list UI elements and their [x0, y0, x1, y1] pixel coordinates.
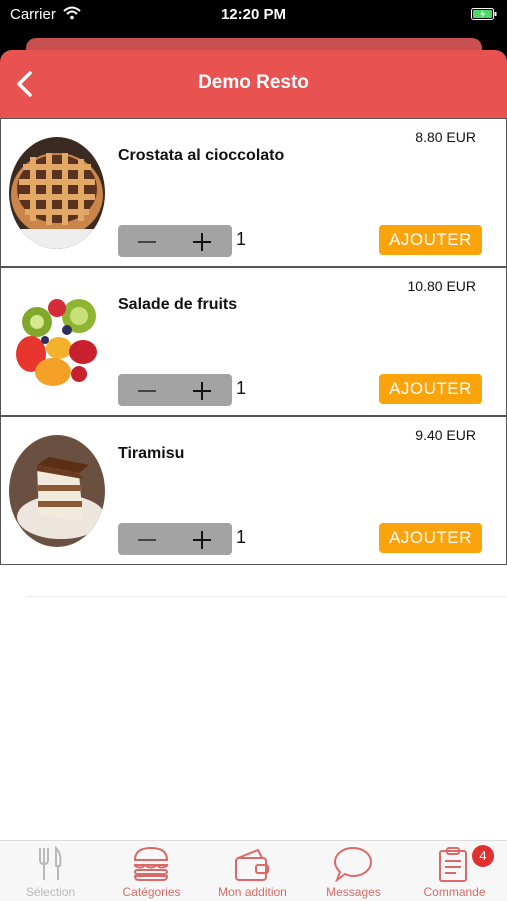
tab-selection[interactable]: Sélection [0, 841, 101, 901]
clipboard-icon [439, 847, 467, 882]
add-to-cart-button[interactable]: AJOUTER [379, 523, 482, 553]
decrement-button[interactable] [118, 225, 175, 257]
crostata-image [9, 137, 105, 249]
product-name: Salade de fruits [118, 296, 238, 313]
tab-label: Sélection [25, 885, 76, 899]
product-item: Tiramisu 9.40 EUR 1 AJOUTER [0, 416, 507, 565]
increment-button[interactable] [175, 374, 232, 406]
tab-label: Messages [326, 885, 381, 899]
product-price: 10.80 EUR [407, 278, 476, 294]
tab-messages[interactable]: Messages [303, 841, 404, 901]
tab-my-bill[interactable]: Mon addition [202, 841, 303, 901]
quantity-value: 1 [236, 229, 247, 249]
tab-bar: Sélection Catégories Mon addition Messag… [0, 840, 507, 901]
decrement-button[interactable] [118, 523, 175, 555]
tab-categories[interactable]: Catégories [101, 841, 202, 901]
order-count-badge: 4 [472, 845, 494, 867]
chat-bubble-icon [333, 846, 373, 882]
product-list: Crostata al cioccolato 8.80 EUR 1 AJOUTE… [0, 118, 507, 840]
product-price: 9.40 EUR [415, 427, 476, 443]
product-name: Crostata al cioccolato [118, 147, 285, 164]
fruit-salad-image [9, 286, 105, 398]
divider [26, 596, 507, 597]
battery-icon [471, 8, 497, 20]
product-price: 8.80 EUR [415, 129, 476, 145]
status-bar: Carrier 12:20 PM [0, 0, 507, 34]
add-to-cart-button[interactable]: AJOUTER [379, 374, 482, 404]
quantity-value: 1 [236, 527, 247, 547]
tab-label: Catégories [122, 885, 181, 899]
tab-order[interactable]: 4 Commande [404, 841, 505, 901]
quantity-value: 1 [236, 378, 247, 398]
quantity-stepper [118, 523, 232, 555]
fork-knife-icon [39, 846, 62, 880]
clock: 12:20 PM [220, 6, 287, 23]
tab-label: Mon addition [218, 885, 287, 899]
quantity-stepper [118, 374, 232, 406]
product-item: Salade de fruits 10.80 EUR 1 AJOUTER [0, 267, 507, 416]
burger-icon [133, 846, 169, 881]
decrement-button[interactable] [118, 374, 175, 406]
nav-header: Demo Resto [0, 50, 507, 118]
increment-button[interactable] [175, 523, 232, 555]
wallet-icon [235, 848, 269, 881]
quantity-stepper [118, 225, 232, 257]
product-name: Tiramisu [118, 445, 185, 462]
tiramisu-image [9, 435, 105, 547]
page-title: Demo Resto [198, 72, 309, 93]
increment-button[interactable] [175, 225, 232, 257]
product-item: Crostata al cioccolato 8.80 EUR 1 AJOUTE… [0, 118, 507, 267]
tab-label: Commande [423, 885, 486, 899]
add-to-cart-button[interactable]: AJOUTER [379, 225, 482, 255]
